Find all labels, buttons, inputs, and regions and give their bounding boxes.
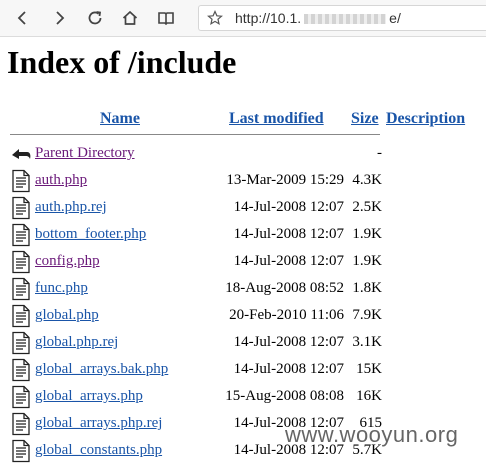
bookmark-star-icon[interactable] [207, 10, 223, 26]
file-link[interactable]: func.php [35, 280, 88, 297]
header-divider [10, 134, 380, 135]
file-modified: 14-Jul-2008 12:07 [233, 361, 344, 377]
document-icon [12, 385, 30, 409]
file-modified: 20-Feb-2010 11:06 [229, 307, 344, 323]
file-link[interactable]: global.php.rej [35, 334, 118, 351]
reload-button[interactable] [84, 7, 106, 29]
file-size: 3.1K [352, 334, 382, 350]
url-text[interactable]: http://10.1. e/ [235, 10, 401, 26]
file-size: 16K [356, 388, 382, 404]
page-title: Index of /include [7, 44, 237, 80]
url-suffix: e/ [389, 10, 401, 26]
document-icon [12, 331, 30, 355]
file-size: 7.9K [352, 307, 382, 323]
file-size: 1.8K [352, 280, 382, 296]
file-modified: 14-Jul-2008 12:07 [233, 199, 344, 215]
file-modified: 18-Aug-2008 08:52 [225, 280, 344, 296]
document-icon [12, 277, 30, 301]
parent-directory-link[interactable]: Parent Directory [35, 145, 135, 162]
file-size: 4.3K [352, 172, 382, 188]
parent-size: - [377, 145, 382, 161]
file-modified: 14-Jul-2008 12:07 [233, 253, 344, 269]
file-link[interactable]: global_arrays.php.rej [35, 415, 162, 432]
sort-by-name-link[interactable]: Name [100, 110, 140, 128]
browser-toolbar: http://10.1. e/ [0, 0, 486, 37]
file-size: 1.9K [352, 226, 382, 242]
parent-directory-row: Parent Directory - [0, 141, 486, 167]
file-modified: 13-Mar-2009 15:29 [226, 172, 344, 188]
document-icon [12, 196, 30, 220]
file-row: auth.php.rej 14-Jul-2008 12:07 2.5K [0, 195, 486, 221]
document-icon [12, 250, 30, 274]
home-button[interactable] [119, 7, 141, 29]
file-link[interactable]: auth.php [35, 172, 87, 189]
back-folder-icon [12, 149, 31, 159]
file-row: auth.php 13-Mar-2009 15:29 4.3K [0, 168, 486, 194]
file-row: func.php 18-Aug-2008 08:52 1.8K [0, 276, 486, 302]
file-row: config.php 14-Jul-2008 12:07 1.9K [0, 249, 486, 275]
address-bar[interactable]: http://10.1. e/ [198, 5, 486, 31]
document-icon [12, 169, 30, 193]
file-row: global_arrays.bak.php 14-Jul-2008 12:07 15… [0, 357, 486, 383]
forward-button[interactable] [48, 7, 70, 29]
back-arrow-icon [17, 11, 26, 25]
document-icon [12, 223, 30, 247]
reload-icon [88, 11, 102, 25]
file-row: global.php.rej 14-Jul-2008 12:07 3.1K [0, 330, 486, 356]
home-icon [122, 10, 138, 25]
forward-arrow-icon [56, 11, 65, 25]
url-redaction [304, 14, 387, 25]
file-size: 15K [356, 361, 382, 377]
document-icon [12, 439, 30, 463]
file-link[interactable]: global_constants.php [35, 442, 162, 459]
file-link[interactable]: global_arrays.php [35, 388, 143, 405]
file-row: global.php 20-Feb-2010 11:06 7.9K [0, 303, 486, 329]
file-link[interactable]: global.php [35, 307, 99, 324]
file-modified: 14-Jul-2008 12:07 [233, 226, 344, 242]
file-link[interactable]: auth.php.rej [35, 199, 107, 216]
file-link[interactable]: bottom_footer.php [35, 226, 146, 243]
file-row: bottom_footer.php 14-Jul-2008 12:07 1.9K [0, 222, 486, 248]
file-size: 1.9K [352, 253, 382, 269]
document-icon [12, 412, 30, 436]
file-size: 2.5K [352, 199, 382, 215]
sort-by-description-link[interactable]: Description [386, 110, 465, 128]
watermark: www.wooyun.org [285, 422, 459, 447]
reading-view-button[interactable] [155, 7, 177, 29]
sort-by-size-link[interactable]: Size [351, 110, 379, 128]
sort-by-last-modified-link[interactable]: Last modified [229, 110, 324, 128]
back-button[interactable] [12, 7, 34, 29]
book-icon [158, 12, 174, 26]
file-row: global_arrays.php 15-Aug-2008 08:08 16K [0, 384, 486, 410]
document-icon [12, 304, 30, 328]
file-modified: 15-Aug-2008 08:08 [225, 388, 344, 404]
file-link[interactable]: config.php [35, 253, 100, 270]
file-link[interactable]: global_arrays.bak.php [35, 361, 168, 378]
url-prefix: http://10.1. [235, 10, 302, 26]
file-modified: 14-Jul-2008 12:07 [233, 334, 344, 350]
document-icon [12, 358, 30, 382]
